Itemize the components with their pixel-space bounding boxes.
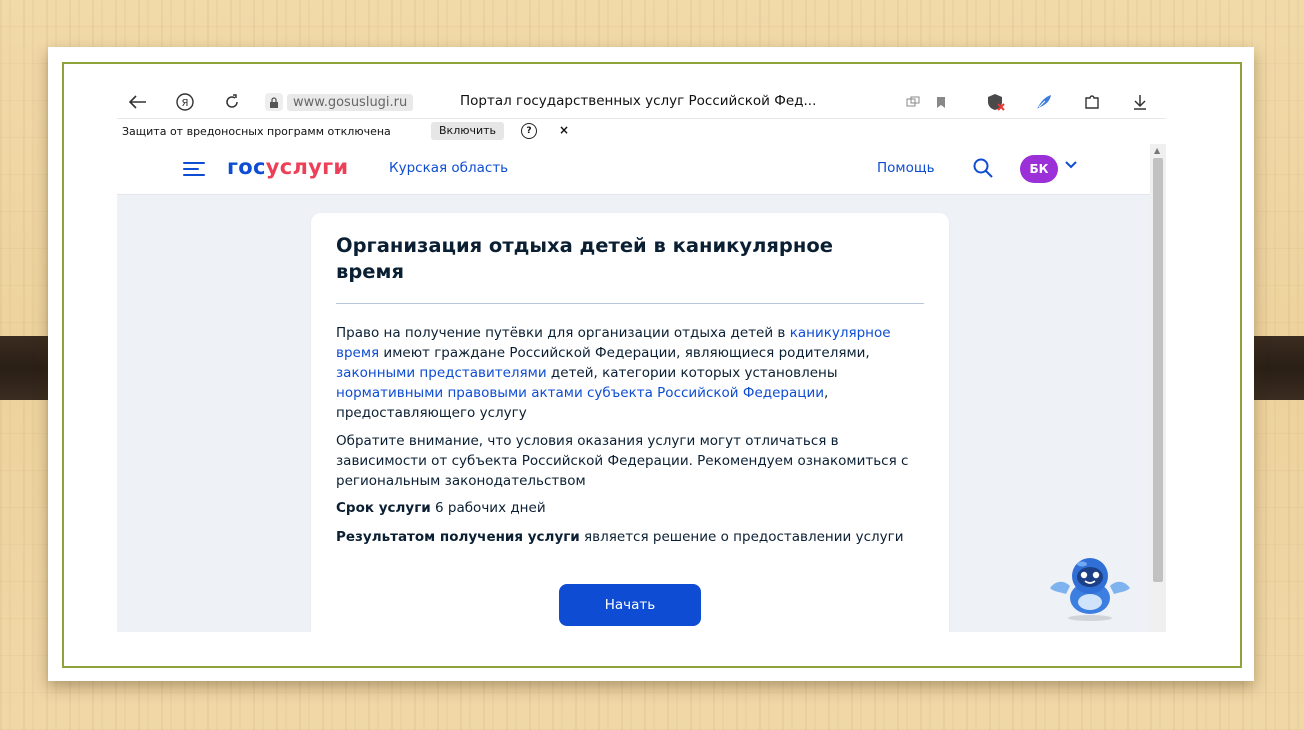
enable-protection-button[interactable]: Включить: [431, 122, 505, 140]
scroll-up-arrow-icon[interactable]: ▲: [1154, 146, 1160, 155]
link-regulatory-acts[interactable]: нормативными правовыми актами субъекта Р…: [336, 385, 824, 401]
download-icon[interactable]: [1130, 92, 1150, 112]
assistant-robot-icon[interactable]: [1044, 552, 1136, 622]
notice-text: Защита от вредоносных программ отключена: [122, 125, 391, 138]
protect-shield-icon[interactable]: [986, 92, 1006, 112]
bookmark-icon[interactable]: [931, 92, 951, 112]
scroll-thumb[interactable]: [1153, 158, 1163, 582]
page-viewport: госуслуги Курская область Помощь БК Орга…: [117, 144, 1150, 632]
extension-puzzle-icon[interactable]: [1082, 92, 1102, 112]
search-icon[interactable]: [972, 157, 994, 179]
help-question-icon[interactable]: ?: [521, 123, 537, 139]
lock-icon: [265, 93, 283, 111]
help-link[interactable]: Помощь: [877, 160, 935, 176]
site-header: госуслуги Курская область Помощь БК: [117, 144, 1150, 195]
service-description: Право на получение путёвки для организац…: [336, 325, 891, 421]
service-term: Срок услуги 6 рабочих дней: [336, 500, 546, 516]
browser-toolbar: Я www.gosuslugi.ru Портал государственны…: [117, 86, 1166, 118]
reader-mode-icon[interactable]: [903, 92, 923, 112]
menu-burger-icon[interactable]: [183, 161, 205, 177]
scrollbar[interactable]: ▲: [1150, 144, 1166, 632]
service-card: Организация отдыха детей в каникулярное …: [311, 213, 949, 632]
gosuslugi-logo[interactable]: госуслуги: [227, 155, 348, 179]
reload-icon[interactable]: [221, 91, 243, 113]
user-avatar[interactable]: БК: [1020, 155, 1058, 183]
back-arrow-icon[interactable]: [127, 91, 149, 113]
title-divider: [336, 303, 924, 304]
link-legal-representatives[interactable]: законными представителями: [336, 365, 547, 381]
yandex-icon[interactable]: Я: [174, 91, 196, 113]
protection-notice-bar: Защита от вредоносных программ отключена…: [117, 118, 1166, 145]
extension-quill-icon[interactable]: [1034, 92, 1054, 112]
service-title: Организация отдыха детей в каникулярное …: [336, 234, 833, 283]
url-domain: www.gosuslugi.ru: [287, 93, 414, 111]
chevron-down-icon[interactable]: [1065, 158, 1077, 172]
svg-text:Я: Я: [182, 98, 189, 109]
browser-page-title: Портал государственных услуг Российской …: [460, 93, 817, 109]
service-result: Результатом получения услуги является ре…: [336, 529, 904, 545]
regional-notice-text: Обратите внимание, что условия оказания …: [336, 433, 909, 489]
address-bar[interactable]: www.gosuslugi.ru: [265, 92, 414, 112]
region-selector[interactable]: Курская область: [389, 160, 508, 176]
close-icon[interactable]: ×: [559, 123, 569, 137]
browser-window: Я www.gosuslugi.ru Портал государственны…: [117, 86, 1166, 632]
start-button[interactable]: Начать: [559, 584, 701, 626]
